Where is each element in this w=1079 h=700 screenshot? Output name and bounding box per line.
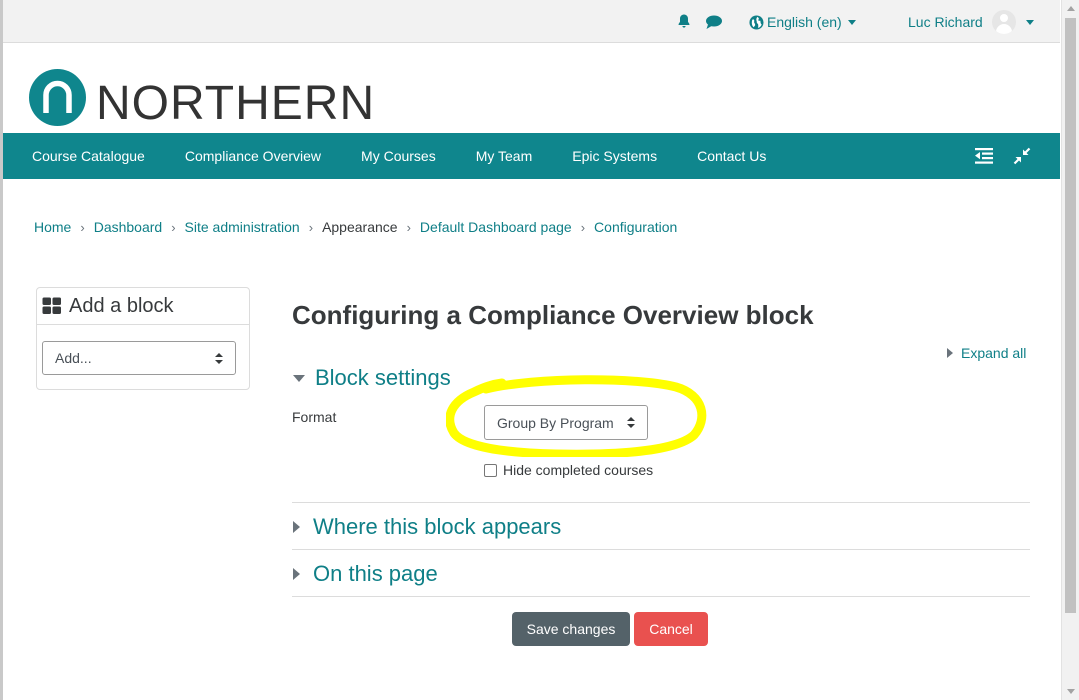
compress-icon[interactable] [1012, 147, 1032, 165]
section-where-appears-heading: Where this block appears [313, 514, 562, 539]
breadcrumb-site-administration[interactable]: Site administration [185, 219, 300, 235]
bell-icon[interactable] [676, 13, 692, 29]
nav-my-courses[interactable]: My Courses [361, 148, 436, 164]
breadcrumb-home[interactable]: Home [34, 219, 71, 235]
hide-completed-checkbox[interactable] [484, 463, 497, 477]
select-arrows-icon [215, 353, 223, 365]
main-navigation: Course Catalogue Compliance Overview My … [3, 133, 1060, 179]
section-divider [292, 502, 1030, 503]
section-on-this-page-heading: On this page [313, 561, 438, 586]
vertical-scrollbar[interactable] [1061, 0, 1079, 700]
caret-down-icon [847, 19, 856, 25]
add-block-card: Add a block Add... [36, 287, 250, 390]
caret-right-icon [293, 521, 300, 533]
add-block-header: Add a block [37, 288, 249, 325]
outdent-icon[interactable] [974, 147, 994, 165]
caret-right-icon [947, 348, 953, 358]
breadcrumb: Home › Dashboard › Site administration ›… [34, 219, 677, 235]
expand-all-link[interactable]: Expand all [947, 345, 1026, 361]
breadcrumb-separator: › [171, 219, 176, 235]
nav-tools [974, 147, 1032, 165]
nav-my-team[interactable]: My Team [476, 148, 533, 164]
save-changes-button[interactable]: Save changes [512, 612, 630, 646]
language-menu[interactable]: English (en) [749, 13, 856, 31]
scroll-up-icon[interactable] [1067, 6, 1075, 11]
grid-icon [42, 297, 61, 314]
cancel-button[interactable]: Cancel [634, 612, 708, 646]
logo-text: NORTHERN [96, 77, 376, 130]
nav-course-catalogue[interactable]: Course Catalogue [32, 148, 145, 164]
globe-icon [749, 14, 764, 30]
section-divider [292, 549, 1030, 550]
section-block-settings[interactable]: Block settings [293, 365, 451, 391]
caret-down-icon [1025, 19, 1034, 25]
highlight-annotation [446, 375, 707, 457]
caret-right-icon [293, 568, 300, 580]
site-logo[interactable]: NORTHERN [29, 64, 375, 131]
add-block-select[interactable]: Add... [42, 341, 236, 375]
nav-compliance-overview[interactable]: Compliance Overview [185, 148, 321, 164]
section-divider [292, 596, 1030, 597]
section-where-appears[interactable]: Where this block appears [293, 514, 561, 540]
language-label: English (en) [767, 14, 842, 30]
breadcrumb-configuration[interactable]: Configuration [594, 219, 677, 235]
hide-completed-label: Hide completed courses [503, 462, 654, 478]
nav-epic-systems[interactable]: Epic Systems [572, 148, 657, 164]
user-name: Luc Richard [908, 14, 983, 30]
hide-completed-courses-row[interactable]: Hide completed courses [484, 462, 653, 478]
breadcrumb-default-dashboard-page[interactable]: Default Dashboard page [420, 219, 572, 235]
breadcrumb-separator: › [580, 219, 586, 235]
scroll-down-icon[interactable] [1067, 689, 1075, 694]
nav-contact-us[interactable]: Contact Us [697, 148, 766, 164]
breadcrumb-separator: › [80, 219, 85, 235]
scrollbar-thumb[interactable] [1065, 18, 1076, 613]
top-bar: English (en) Luc Richard [3, 0, 1060, 43]
add-block-select-value: Add... [55, 350, 92, 366]
page-title: Configuring a Compliance Overview block [292, 300, 814, 330]
breadcrumb-separator: › [308, 219, 314, 235]
breadcrumb-dashboard[interactable]: Dashboard [94, 219, 163, 235]
section-block-settings-heading: Block settings [315, 365, 451, 390]
northern-logo-icon [29, 69, 86, 126]
section-on-this-page[interactable]: On this page [293, 561, 438, 587]
breadcrumb-separator: › [406, 219, 411, 235]
caret-down-icon [293, 374, 305, 382]
expand-all-label: Expand all [961, 345, 1027, 361]
avatar [991, 10, 1016, 34]
format-label: Format [292, 409, 337, 425]
user-menu[interactable]: Luc Richard [908, 10, 1034, 34]
page: English (en) Luc Richard NORTHERN Course… [0, 0, 1079, 700]
add-block-title: Add a block [69, 294, 174, 317]
breadcrumb-appearance: Appearance [322, 219, 398, 235]
window-edge [0, 0, 3, 700]
chat-bubble-icon[interactable] [705, 14, 723, 30]
